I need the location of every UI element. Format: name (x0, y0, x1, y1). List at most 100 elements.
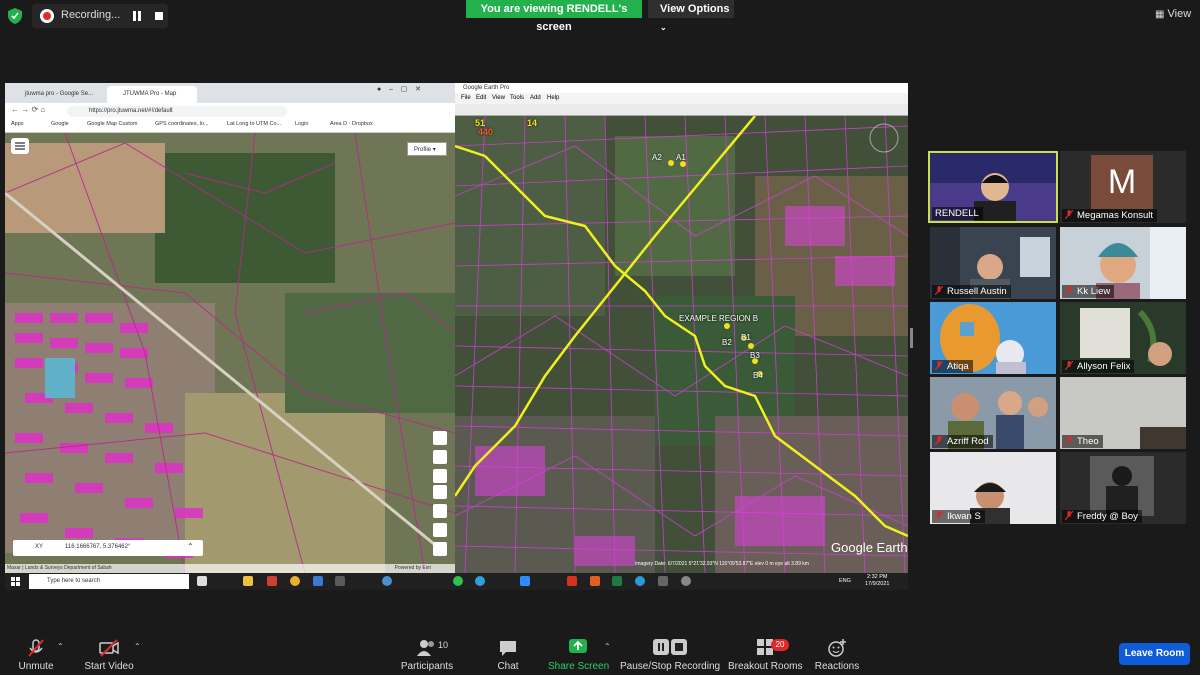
bookmark-dropbox[interactable]: Area D - Dropbox (330, 121, 373, 127)
app-icon[interactable] (590, 576, 600, 586)
stop-recording-icon[interactable] (153, 10, 165, 22)
participants-count: 10 (438, 640, 449, 650)
bookmark-gps[interactable]: GPS coordinates, lo... (155, 121, 209, 127)
esri-attribution: Powered by Esri (394, 565, 431, 571)
whatsapp-icon[interactable] (453, 576, 463, 586)
acrobat-icon[interactable] (567, 576, 577, 586)
participant-tile[interactable]: M Megamas Konsult (1060, 151, 1186, 223)
zoom-in-button[interactable] (433, 469, 447, 483)
participant-tile[interactable]: Theo (1060, 377, 1186, 449)
share-screen-icon (569, 639, 587, 653)
participant-name-tag: Kk Liew (1062, 285, 1115, 298)
video-options-caret[interactable]: ⌃ (134, 642, 141, 651)
explorer-icon[interactable] (243, 576, 253, 586)
calculator-icon[interactable] (335, 576, 345, 586)
bookmark-login[interactable]: Login (295, 121, 308, 127)
excel-icon[interactable] (612, 576, 622, 586)
participant-tile[interactable]: Atiqa (930, 302, 1056, 374)
splitter-handle[interactable] (910, 328, 913, 348)
mic-muted-icon (1065, 361, 1073, 370)
app-icon[interactable] (267, 576, 277, 586)
layers-icon[interactable] (433, 504, 447, 518)
unmute-button[interactable]: Unmute (12, 630, 60, 675)
google-earth-map[interactable] (455, 116, 908, 573)
audio-options-caret[interactable]: ⌃ (57, 642, 64, 651)
google-earth-icon[interactable] (382, 576, 392, 586)
shield-icon[interactable] (8, 8, 22, 24)
participant-name: Atiqa (947, 361, 969, 372)
leave-room-button[interactable]: Leave Room (1119, 643, 1190, 665)
start-video-button[interactable]: Start Video (80, 630, 138, 675)
taskbar-language[interactable]: ENG (839, 578, 851, 584)
view-options-label: View Options (660, 3, 730, 15)
mic-muted-icon (935, 511, 943, 520)
menu-file[interactable]: File (461, 95, 471, 101)
menu-help[interactable]: Help (547, 95, 559, 101)
breakout-badge: 20 (771, 639, 789, 651)
chrome-icon[interactable] (290, 576, 300, 586)
chevron-up-icon[interactable]: ⌃ (187, 542, 194, 551)
bookmark-latlong[interactable]: Lat Long to UTM Co... (227, 121, 281, 127)
reactions-button[interactable]: Reactions (814, 630, 860, 675)
coordinate-box[interactable]: XY 116.1666767, 5.376462° ⌃ (13, 540, 203, 556)
chevron-down-icon: ▾ (432, 147, 436, 153)
menu-tools[interactable]: Tools (510, 95, 524, 101)
edge-icon[interactable] (635, 576, 645, 586)
zoom-icon[interactable] (520, 576, 530, 586)
pause-recording-icon[interactable] (131, 10, 143, 22)
participant-tile[interactable]: RENDELL (928, 151, 1058, 223)
locate-icon[interactable] (433, 450, 447, 464)
pause-stop-recording-button[interactable]: Pause/Stop Recording (620, 630, 720, 675)
view-button[interactable]: ▦ View (1155, 8, 1191, 20)
taskbar-search[interactable]: Type here to search (29, 574, 189, 589)
browser-tab[interactable]: jtuwma pro - Google Se... (9, 86, 107, 103)
app-icon[interactable] (681, 576, 691, 586)
google-earth-toolbar[interactable] (455, 104, 908, 116)
taskbar-clock[interactable]: 2:32 PM 17/9/2021 (865, 574, 889, 588)
unmute-label: Unmute (18, 661, 54, 672)
participant-name-tag: Allyson Felix (1062, 360, 1135, 373)
jtuwma-map[interactable] (5, 133, 455, 573)
hud-bottom-value: 440 (478, 127, 494, 137)
keyboard-icon[interactable] (433, 523, 447, 537)
participant-tile[interactable]: Kk Liew (1060, 227, 1186, 299)
reactions-label: Reactions (814, 661, 860, 672)
app-icon[interactable] (658, 576, 668, 586)
menu-icon[interactable] (11, 138, 29, 154)
participant-name-tag: Russell Austin (932, 285, 1011, 298)
print-icon[interactable] (433, 542, 447, 556)
windows-start-icon[interactable] (11, 577, 21, 587)
marker-label-b4: B4 (753, 371, 763, 380)
compass-icon[interactable] (433, 431, 447, 445)
participant-tile[interactable]: Russell Austin (930, 227, 1056, 299)
bookmark-gmap[interactable]: Google Map Custom (87, 121, 137, 127)
browser-tab-bar: jtuwma pro - Google Se... JTUWMA Pro - M… (5, 83, 455, 103)
bookmark-apps[interactable]: Apps (11, 121, 24, 127)
menu-edit[interactable]: Edit (476, 95, 486, 101)
participant-tile[interactable]: Ikwan S (930, 452, 1056, 524)
menu-add[interactable]: Add (530, 95, 541, 101)
browser-tab-active[interactable]: JTUWMA Pro - Map (107, 86, 197, 103)
menu-view[interactable]: View (492, 95, 505, 101)
participant-tile[interactable]: Allyson Felix (1060, 302, 1186, 374)
bookmark-google[interactable]: Google (51, 121, 69, 127)
participant-tile[interactable]: Freddy @ Boy (1060, 452, 1186, 524)
satellite-map-image (5, 133, 455, 573)
chat-button[interactable]: Chat (488, 630, 528, 675)
marker-label-b1: B1 (741, 333, 751, 342)
window-controls[interactable]: ● – ▢ ✕ (377, 85, 421, 93)
breakout-rooms-button[interactable]: Breakout Rooms (728, 630, 802, 675)
taskview-icon[interactable] (197, 576, 207, 586)
marker-label-b3: B3 (750, 351, 760, 360)
url-bar[interactable]: https://pro.jtuwma.net/#!/default (67, 106, 287, 117)
share-options-caret[interactable]: ⌃ (604, 642, 611, 651)
profile-dropdown[interactable]: Profile ▾ (407, 142, 447, 156)
participants-button[interactable]: 10 Participants (398, 630, 456, 675)
participant-tile[interactable]: Azriff Rod (930, 377, 1056, 449)
view-options-button[interactable]: View Options ⌄ (648, 0, 734, 32)
app-icon[interactable] (313, 576, 323, 586)
nav-buttons[interactable]: ← → ⟳ ⌂ (11, 105, 45, 114)
zoom-out-button[interactable] (433, 485, 447, 499)
telegram-icon[interactable] (475, 576, 485, 586)
share-screen-button[interactable]: Share Screen (548, 630, 609, 675)
